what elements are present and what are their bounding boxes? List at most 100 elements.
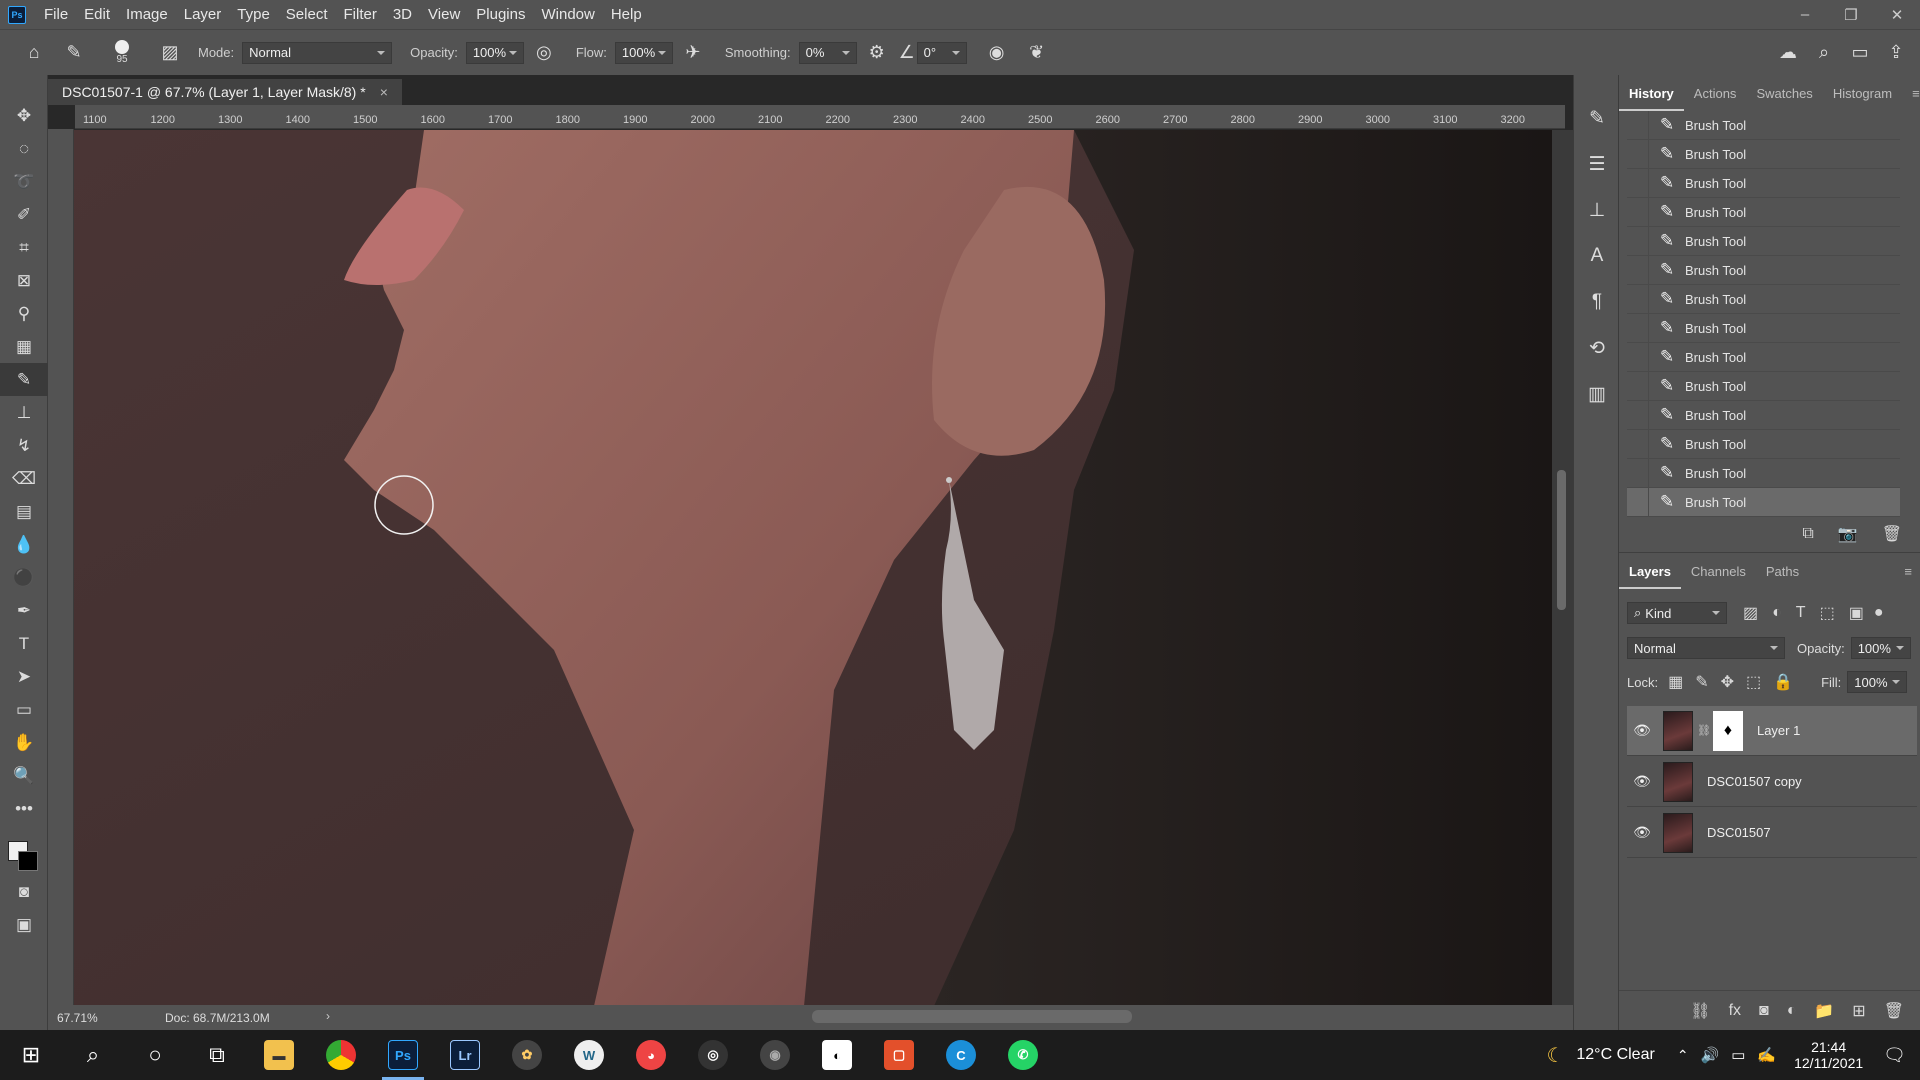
crop-tool-icon[interactable]: ⌗: [0, 231, 48, 264]
add-mask-icon[interactable]: ◙: [1759, 1002, 1769, 1020]
clone-stamp-tool-icon[interactable]: ⊥: [0, 396, 48, 429]
trash-icon[interactable]: 🗑: [1882, 524, 1902, 544]
close-tab-icon[interactable]: ×: [380, 84, 388, 100]
davinci-resolve-icon[interactable]: ✿: [496, 1030, 558, 1080]
type-tool-icon[interactable]: T: [0, 627, 48, 660]
tab-swatches[interactable]: Swatches: [1746, 86, 1822, 101]
eyedropper-tool-icon[interactable]: ⚲: [0, 297, 48, 330]
layer-style-fx-icon[interactable]: fx: [1729, 1002, 1741, 1020]
close-icon[interactable]: ✕: [1874, 0, 1920, 29]
brush-settings-icon[interactable]: ▨: [150, 42, 190, 63]
kind-filter-dropdown[interactable]: ⌕ Kind: [1627, 602, 1727, 624]
menu-view[interactable]: View: [420, 6, 468, 23]
windows-start-icon[interactable]: ⊞: [0, 1030, 62, 1080]
cclean-app-icon[interactable]: C: [930, 1030, 992, 1080]
history-item[interactable]: ✎ Brush Tool: [1627, 226, 1900, 256]
blur-tool-icon[interactable]: 💧: [0, 528, 48, 561]
layers-menu-icon[interactable]: ≡: [1894, 564, 1920, 579]
menu-edit[interactable]: Edit: [76, 6, 118, 23]
history-item[interactable]: ✎ Brush Tool: [1627, 400, 1900, 430]
lock-artboard-icon[interactable]: ⬚: [1746, 672, 1761, 692]
snapshot-camera-icon[interactable]: 📷: [1838, 524, 1858, 544]
home-icon[interactable]: ⌂: [14, 42, 54, 63]
restore-icon[interactable]: ❐: [1828, 0, 1874, 29]
history-item[interactable]: ✎ Brush Tool: [1627, 458, 1900, 488]
menu-file[interactable]: File: [36, 6, 76, 23]
rectangle-tool-icon[interactable]: ▭: [0, 693, 48, 726]
history-item[interactable]: ✎ Brush Tool: [1627, 284, 1900, 314]
media-app-icon[interactable]: ◐: [806, 1030, 868, 1080]
visibility-eye-icon[interactable]: 👁: [1627, 722, 1657, 739]
new-layer-icon[interactable]: ⊞: [1852, 1001, 1865, 1021]
visibility-eye-icon[interactable]: 👁: [1627, 824, 1657, 841]
menu-help[interactable]: Help: [603, 6, 650, 23]
chevron-up-icon[interactable]: ⌃: [1677, 1047, 1689, 1064]
layer-row-layer-1[interactable]: 👁 ⛓ ♦ Layer 1: [1627, 706, 1917, 756]
lock-transparency-icon[interactable]: ▦: [1668, 672, 1683, 692]
cloud-docs-icon[interactable]: ☁: [1770, 42, 1806, 63]
chrome-icon[interactable]: [310, 1030, 372, 1080]
clock[interactable]: 21:44 12/11/2021: [1794, 1039, 1863, 1071]
lightroom-taskbar-icon[interactable]: Lr: [434, 1030, 496, 1080]
search-icon[interactable]: ⌕: [62, 1030, 124, 1080]
history-item[interactable]: ✎ Brush Tool: [1627, 342, 1900, 372]
history-item[interactable]: ✎ Brush Tool: [1627, 197, 1900, 227]
new-group-icon[interactable]: 📁: [1814, 1001, 1834, 1021]
adjustments-panel-icon[interactable]: ☰: [1574, 141, 1620, 187]
fill-field[interactable]: 100%: [1847, 671, 1908, 693]
menu-layer[interactable]: Layer: [176, 6, 230, 23]
menu-plugins[interactable]: Plugins: [468, 6, 533, 23]
status-menu-icon[interactable]: ›: [326, 1009, 330, 1023]
history-item[interactable]: ✎ Brush Tool: [1627, 168, 1900, 198]
tab-actions[interactable]: Actions: [1684, 86, 1747, 101]
history-item[interactable]: ✎ Brush Tool: [1627, 255, 1900, 285]
paragraph-panel-icon[interactable]: ¶: [1574, 279, 1620, 325]
layer-mask-thumbnail[interactable]: ♦: [1712, 710, 1743, 751]
layer-opacity-field[interactable]: 100%: [1850, 637, 1911, 659]
lock-position-icon[interactable]: ✥: [1721, 672, 1734, 692]
character-panel-icon[interactable]: A: [1574, 233, 1620, 279]
menu-3d[interactable]: 3D: [385, 6, 420, 23]
path-select-tool-icon[interactable]: ➤: [0, 660, 48, 693]
screen-mode-icon[interactable]: ▣: [0, 908, 48, 941]
history-item[interactable]: ✎ Brush Tool: [1627, 110, 1900, 140]
tab-history[interactable]: History: [1619, 76, 1684, 111]
search-icon[interactable]: ⌕: [1806, 42, 1842, 63]
volume-icon[interactable]: 🔊: [1701, 1046, 1720, 1064]
photoshop-taskbar-icon[interactable]: Ps: [372, 1030, 434, 1080]
image-canvas[interactable]: [74, 130, 1552, 1006]
symmetry-icon[interactable]: ❦: [1017, 42, 1057, 63]
frame-tool-icon[interactable]: ⊠: [0, 264, 48, 297]
new-document-from-state-icon[interactable]: ⧉: [1802, 525, 1813, 543]
layer-row-dsc01507-copy[interactable]: 👁 DSC01507 copy: [1627, 757, 1917, 807]
pixel-filter-icon[interactable]: ▨: [1743, 603, 1758, 623]
menu-filter[interactable]: Filter: [336, 6, 385, 23]
link-icon[interactable]: ⛓: [1697, 724, 1711, 737]
pressure-size-icon[interactable]: ◉: [977, 42, 1017, 63]
disc-app-icon[interactable]: ◉: [744, 1030, 806, 1080]
share-icon[interactable]: ⇪: [1878, 42, 1914, 63]
history-item[interactable]: ✎ Brush Tool: [1627, 313, 1900, 343]
zoom-tool-icon[interactable]: 🔍: [0, 759, 48, 792]
link-layers-icon[interactable]: ⛓: [1690, 1001, 1710, 1021]
doc-size-info[interactable]: Doc: 68.7M/213.0M: [165, 1011, 270, 1025]
type-filter-icon[interactable]: T: [1796, 604, 1806, 622]
flow-field[interactable]: 100%: [614, 41, 673, 64]
move-tool-icon[interactable]: ✥: [0, 99, 48, 132]
new-adjustment-layer-icon[interactable]: ◐: [1787, 1002, 1797, 1020]
office-app-icon[interactable]: ▢: [868, 1030, 930, 1080]
shape-filter-icon[interactable]: ⬚: [1820, 603, 1835, 623]
pen-icon[interactable]: ✍: [1757, 1046, 1776, 1064]
history-brush-tool-icon[interactable]: ↯: [0, 429, 48, 462]
file-explorer-icon[interactable]: ▬: [248, 1030, 310, 1080]
menu-image[interactable]: Image: [118, 6, 176, 23]
horizontal-scroll-thumb[interactable]: [812, 1010, 1132, 1023]
zoom-level[interactable]: 67.71%: [57, 1011, 98, 1025]
word-app-icon[interactable]: W: [558, 1030, 620, 1080]
layer-row-dsc01507[interactable]: 👁 DSC01507: [1627, 808, 1917, 858]
history-item[interactable]: ✎ Brush Tool: [1627, 371, 1900, 401]
dodge-tool-icon[interactable]: ⚫: [0, 561, 48, 594]
blend-mode-dropdown[interactable]: Normal: [1627, 637, 1785, 659]
tool-presets-panel-icon[interactable]: ▥: [1574, 371, 1620, 417]
history-item-current[interactable]: ✎ Brush Tool: [1627, 487, 1900, 517]
